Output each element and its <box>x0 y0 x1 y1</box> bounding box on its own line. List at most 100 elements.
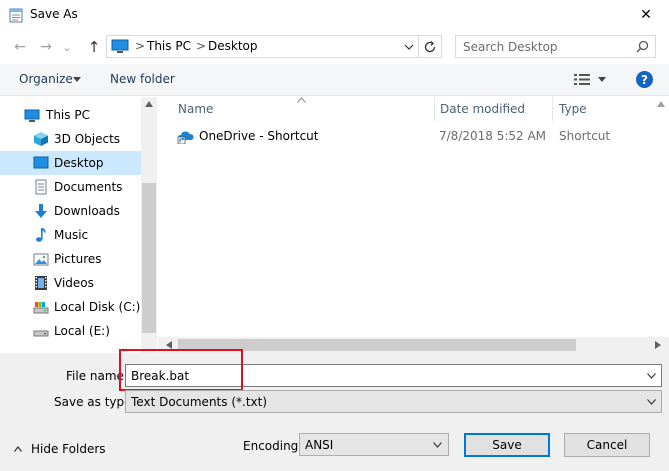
file-name-input[interactable]: Break.bat <box>131 369 189 383</box>
organize-button[interactable]: Organize <box>19 72 73 86</box>
help-icon[interactable]: ? <box>636 71 653 88</box>
close-icon: ✕ <box>640 7 652 23</box>
breadcrumb-desktop[interactable]: Desktop <box>208 39 258 53</box>
breadcrumb-this-pc[interactable]: This PC <box>147 39 191 53</box>
nav-item-3d-objects[interactable]: 3D Objects <box>0 127 141 151</box>
column-header-name[interactable]: Name <box>172 97 435 121</box>
nav-item-pictures[interactable]: Pictures <box>0 247 141 271</box>
download-arrow-icon <box>35 204 47 218</box>
forward-arrow-icon: → <box>40 39 52 55</box>
nav-item-documents[interactable]: Documents <box>0 175 141 199</box>
nav-item-label: Local (E:) <box>54 324 110 338</box>
encoding-select[interactable]: ANSI <box>299 433 449 456</box>
save-as-dialog: Save As ✕ ← → ⌄ ↑ > This PC > Desktop Se… <box>0 0 669 471</box>
navigation-pane: This PC 3D Objects Desktop Documents Dow… <box>0 97 157 353</box>
file-list-pane: Name Date modified Type OneDrive - Short… <box>158 97 669 353</box>
scrollbar-thumb[interactable] <box>142 183 156 333</box>
nav-item-local-e[interactable]: Local (E:) <box>0 319 141 343</box>
address-bar[interactable]: > This PC > Desktop <box>106 35 442 58</box>
caret-down-icon <box>73 77 81 82</box>
title-bar: Save As ✕ <box>0 0 669 30</box>
up-button[interactable]: ↑ <box>84 38 104 56</box>
film-icon <box>35 276 47 290</box>
recent-locations-button[interactable]: ⌄ <box>60 38 74 56</box>
cancel-button-label: Cancel <box>586 438 628 452</box>
pictures-icon <box>33 253 49 266</box>
refresh-icon[interactable] <box>422 39 438 55</box>
chevron-down-icon[interactable] <box>433 442 442 448</box>
documents-icon <box>35 179 47 195</box>
scrollbar-thumb[interactable] <box>178 339 576 351</box>
nav-item-this-pc[interactable]: This PC <box>0 103 141 127</box>
onedrive-shortcut-icon <box>177 131 194 144</box>
chevron-down-icon[interactable] <box>647 399 656 405</box>
file-name-label: File name: <box>66 369 128 383</box>
caret-down-icon[interactable] <box>598 77 606 82</box>
scroll-up-arrow-icon[interactable] <box>145 101 153 107</box>
file-list-vertical-scrollbar[interactable] <box>653 97 669 353</box>
drive-icon <box>33 302 49 314</box>
file-name-combobox[interactable]: Break.bat <box>125 364 662 387</box>
nav-item-label: This PC <box>46 108 90 122</box>
file-row[interactable]: OneDrive - Shortcut 7/8/2018 5:52 AM Sho… <box>172 125 652 147</box>
help-glyph: ? <box>641 72 648 87</box>
nav-item-music[interactable]: Music <box>0 223 141 247</box>
chevron-down-icon[interactable] <box>403 41 415 53</box>
file-date-modified: 7/8/2018 5:52 AM <box>439 129 547 143</box>
scroll-left-arrow-icon[interactable] <box>166 341 172 349</box>
computer-icon <box>24 109 40 122</box>
nav-item-label: Music <box>54 228 89 242</box>
column-header-date-modified[interactable]: Date modified <box>434 97 552 121</box>
scroll-right-arrow-icon[interactable] <box>655 341 661 349</box>
back-button[interactable]: ← <box>10 38 30 56</box>
nav-pane-scrollbar[interactable] <box>141 97 157 353</box>
nav-item-videos[interactable]: Videos <box>0 271 141 295</box>
nav-item-label: Videos <box>54 276 94 290</box>
desktop-icon <box>33 156 49 169</box>
window-title: Save As <box>30 7 78 21</box>
forward-button[interactable]: → <box>36 38 56 56</box>
cube-icon <box>34 132 48 146</box>
breadcrumb-separator: > <box>135 39 146 53</box>
nav-item-local-disk-c[interactable]: Local Disk (C:) <box>0 295 141 319</box>
close-button[interactable]: ✕ <box>623 0 669 30</box>
nav-item-label: Downloads <box>54 204 120 218</box>
new-folder-button[interactable]: New folder <box>110 72 175 86</box>
nav-item-label: Local Disk (C:) <box>54 300 141 314</box>
save-button[interactable]: Save <box>464 433 550 457</box>
up-arrow-icon: ↑ <box>87 38 101 56</box>
save-as-type-label: Save as type: <box>54 395 136 409</box>
nav-item-label: Desktop <box>54 156 104 170</box>
view-options-icon[interactable] <box>574 73 590 86</box>
encoding-value: ANSI <box>305 438 334 452</box>
save-as-type-select[interactable]: Text Documents (*.txt) <box>125 390 662 413</box>
breadcrumb-separator: > <box>196 39 207 53</box>
search-icon <box>636 40 649 53</box>
nav-item-label: Documents <box>54 180 123 194</box>
music-note-icon <box>36 228 46 242</box>
save-as-type-value: Text Documents (*.txt) <box>131 395 268 409</box>
file-name: OneDrive - Shortcut <box>199 129 319 143</box>
notepad-icon <box>9 8 23 23</box>
cancel-button[interactable]: Cancel <box>564 433 650 457</box>
divider <box>418 36 419 57</box>
column-header-type[interactable]: Type <box>553 97 653 121</box>
chevron-down-icon: ⌄ <box>62 40 72 54</box>
nav-item-label: Pictures <box>54 252 102 266</box>
caret-up-icon <box>14 446 22 452</box>
chevron-down-icon[interactable] <box>647 373 656 379</box>
search-box[interactable]: Search Desktop <box>455 35 656 58</box>
drive-icon <box>33 330 49 337</box>
save-button-label: Save <box>492 438 522 452</box>
search-input[interactable]: Search Desktop <box>463 40 558 54</box>
scroll-up-arrow-icon[interactable] <box>657 101 665 107</box>
back-arrow-icon: ← <box>14 39 26 55</box>
nav-item-desktop[interactable]: Desktop <box>0 151 141 175</box>
hide-folders-label: Hide Folders <box>31 442 106 456</box>
save-options-panel: File name: Break.bat Save as type: Text … <box>0 349 669 471</box>
command-bar: Organize New folder ? <box>0 64 669 96</box>
nav-item-downloads[interactable]: Downloads <box>0 199 141 223</box>
encoding-label: Encoding: <box>243 439 303 453</box>
nav-item-label: 3D Objects <box>54 132 121 146</box>
file-list-horizontal-scrollbar[interactable] <box>158 337 669 353</box>
